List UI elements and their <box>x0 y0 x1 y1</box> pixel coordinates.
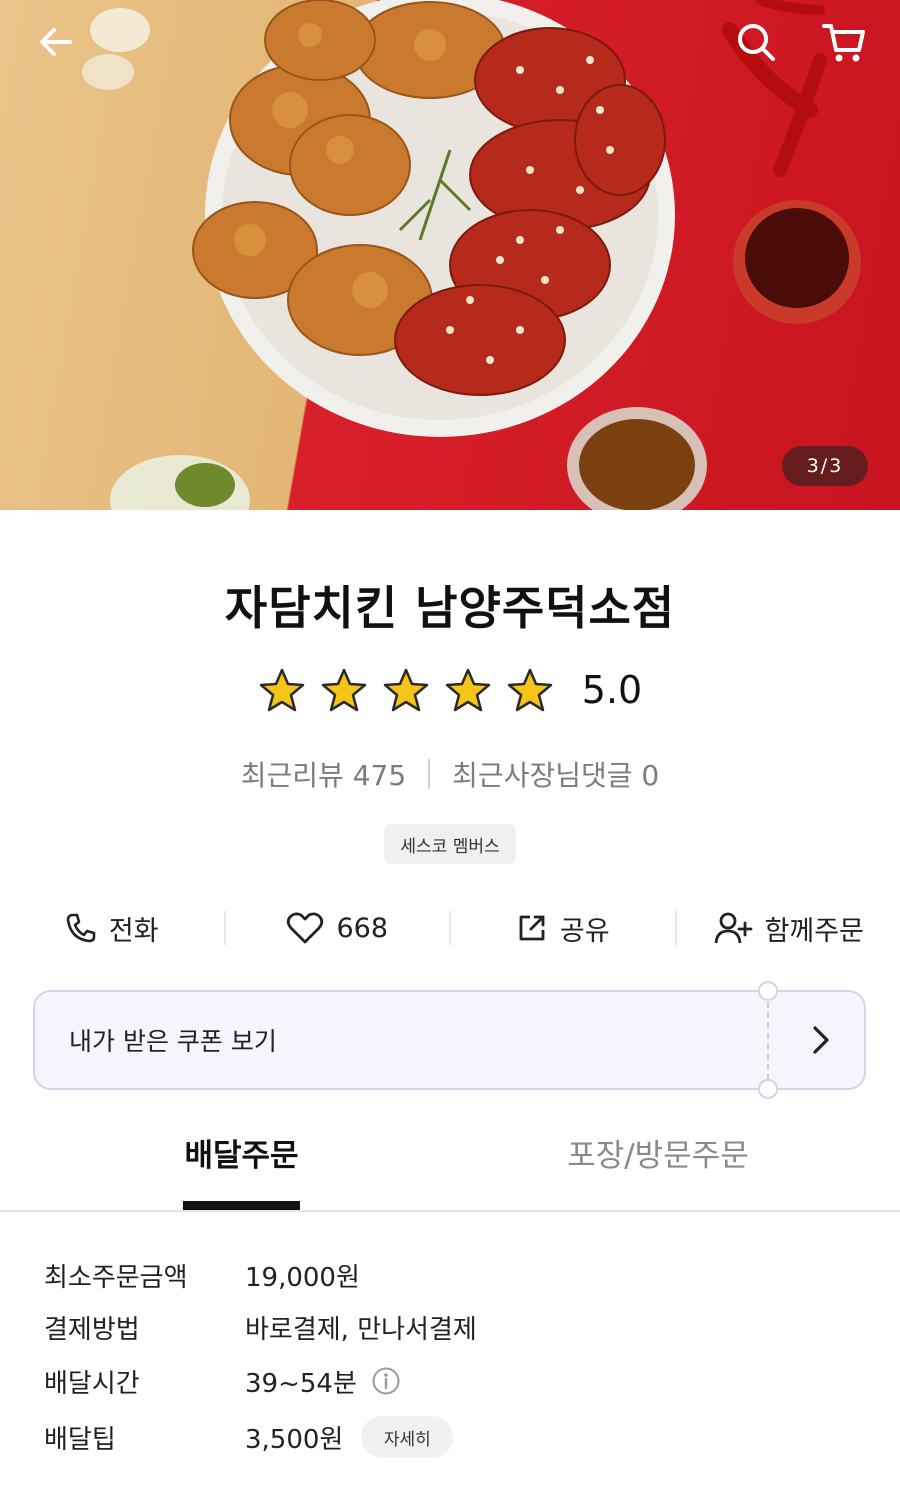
cesco-member-badge: 세스코 멤버스 <box>384 824 516 864</box>
active-tab-indicator <box>183 1201 300 1210</box>
recent-reviews-count: 475 <box>352 759 407 792</box>
coupon-notch <box>758 1079 778 1099</box>
group-order-label: 함께주문 <box>764 915 864 947</box>
order-type-tabs: 배달주문 포장/방문주문 <box>0 1130 900 1212</box>
hero-image[interactable]: 3/3 <box>0 0 900 510</box>
call-button[interactable]: 전화 <box>0 898 224 958</box>
star-icon <box>321 668 367 712</box>
delivery-time-label: 배달시간 <box>44 1368 140 1399</box>
image-counter: 3/3 <box>782 446 868 486</box>
owner-replies-label: 최근사장님댓글 <box>452 759 633 792</box>
delivery-time-row: 배달시간 39~54분 <box>44 1358 864 1404</box>
cart-icon <box>822 24 865 62</box>
like-button[interactable]: 668 <box>226 898 450 958</box>
divider <box>428 759 431 789</box>
chevron-right-icon <box>813 1026 829 1054</box>
recent-reviews-label: 최근리뷰 <box>240 759 344 792</box>
delivery-time-group: 39~54분 <box>245 1363 401 1400</box>
coupon-notch <box>758 981 778 1001</box>
delivery-tip-label: 배달팁 <box>44 1424 116 1455</box>
min-order-row: 최소주문금액 19,000원 <box>44 1252 864 1298</box>
owner-replies-count: 0 <box>641 759 660 792</box>
back-button[interactable] <box>28 14 84 70</box>
review-summary: 최근리뷰 475 최근사장님댓글 0 <box>0 754 900 794</box>
star-icon <box>383 668 429 712</box>
info-icon[interactable] <box>371 1366 401 1396</box>
heart-icon <box>287 912 324 944</box>
payment-value: 바로결제, 만나서결제 <box>245 1314 477 1345</box>
star-icon <box>259 668 305 712</box>
delivery-tip-value: 3,500원 <box>245 1424 344 1455</box>
phone-icon <box>66 913 96 943</box>
tab-pickup[interactable]: 포장/방문주문 <box>548 1130 768 1212</box>
fried-chicken-photo <box>82 0 861 510</box>
share-icon <box>519 915 545 941</box>
star-icon <box>445 668 491 712</box>
min-order-label: 최소주문금액 <box>44 1262 188 1293</box>
tab-delivery[interactable]: 배달주문 <box>183 1130 300 1212</box>
add-person-icon <box>714 912 752 944</box>
action-bar: 전화 668 공유 함께주문 <box>0 898 900 958</box>
group-order-button[interactable]: 함께주문 <box>677 898 900 958</box>
coupon-banner[interactable]: 내가 받은 쿠폰 보기 <box>33 981 866 1099</box>
delivery-tip-row: 배달팁 3,500원 자세히 <box>44 1414 864 1460</box>
recent-reviews-link[interactable]: 최근리뷰 475 <box>241 754 406 794</box>
back-arrow-icon <box>40 28 72 56</box>
cart-button[interactable] <box>816 14 872 70</box>
payment-row: 결제방법 바로결제, 만나서결제 <box>44 1304 864 1350</box>
coupon-perforation <box>767 1002 769 1080</box>
payment-label: 결제방법 <box>44 1314 140 1345</box>
store-name: 자담치킨 남양주덕소점 <box>224 581 676 635</box>
min-order-value: 19,000원 <box>245 1262 360 1293</box>
call-label: 전화 <box>108 915 159 947</box>
share-button[interactable]: 공유 <box>451 898 675 958</box>
like-count: 668 <box>336 912 389 944</box>
share-label: 공유 <box>559 915 610 947</box>
tip-detail-button[interactable]: 자세히 <box>361 1416 454 1458</box>
search-icon <box>738 24 775 61</box>
star-icon <box>507 668 553 712</box>
tabs-divider <box>0 1210 900 1212</box>
coupon-label: 내가 받은 쿠폰 보기 <box>69 1027 277 1056</box>
search-button[interactable] <box>728 14 784 70</box>
delivery-tip-group: 3,500원 자세히 <box>245 1416 454 1458</box>
owner-replies-link[interactable]: 최근사장님댓글 0 <box>452 754 659 794</box>
delivery-time-value: 39~54분 <box>245 1368 357 1399</box>
rating-row: 5.0 <box>0 666 900 714</box>
rating-value: 5.0 <box>581 668 643 712</box>
